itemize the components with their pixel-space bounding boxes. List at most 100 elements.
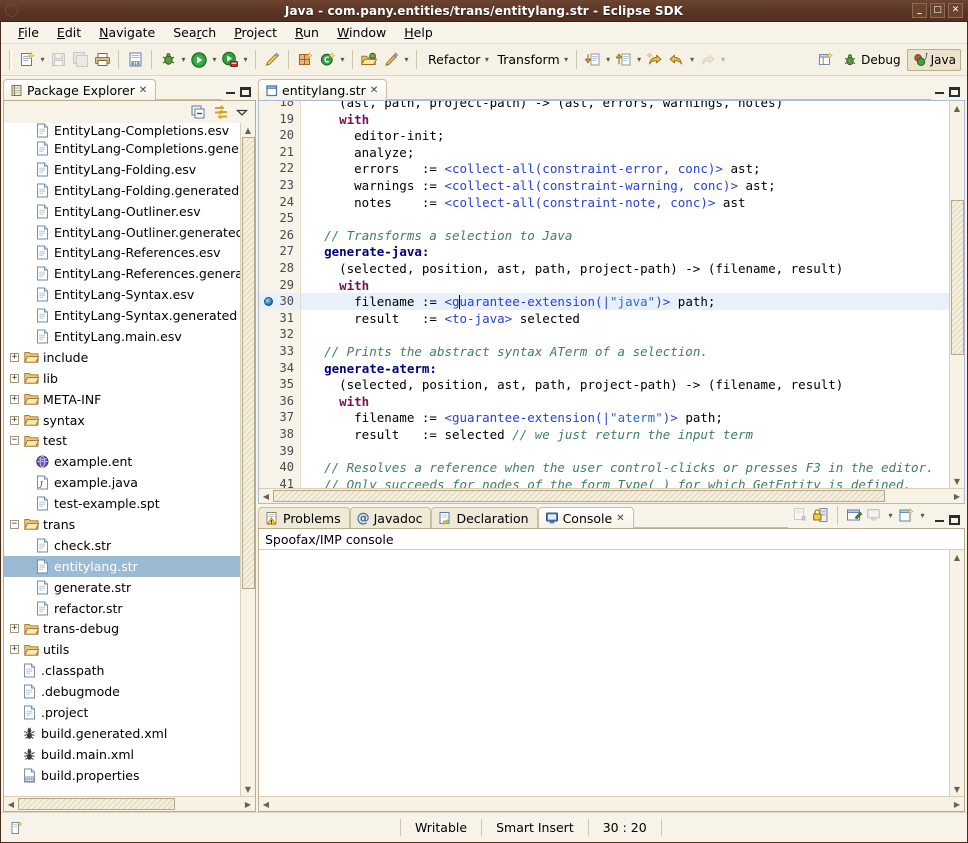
- code-line[interactable]: analyze;: [309, 145, 414, 160]
- code-line[interactable]: (ast, path, project-path) -> (ast, error…: [309, 101, 783, 110]
- console-hscroll-track[interactable]: [273, 797, 950, 812]
- minimize-icon[interactable]: [935, 519, 944, 522]
- tab-package-explorer[interactable]: Package Explorer ✕: [3, 79, 157, 100]
- minimize-icon[interactable]: [935, 91, 944, 94]
- tree-item[interactable]: EntityLang-Syntax.generated: [4, 305, 240, 326]
- search-dropdown-icon[interactable]: ▾: [402, 49, 411, 71]
- tree-item[interactable]: .project: [4, 702, 240, 723]
- package-explorer-tree[interactable]: EntityLang-Completions.esv EntityLang-Com…: [4, 123, 240, 796]
- scroll-up-icon[interactable]: ▲: [954, 550, 960, 564]
- editor-line-number-ruler[interactable]: 18 19 20 21 22 23 24 25 26 27 28 29 30 31 32 33 34 35 36 37…: [259, 101, 301, 488]
- scroll-right-icon[interactable]: ▶: [950, 800, 964, 809]
- next-annotation-icon[interactable]: [582, 49, 604, 71]
- code-line[interactable]: // Transforms a selection to Java: [309, 228, 572, 243]
- tree-hscroll-thumb[interactable]: [18, 797, 175, 810]
- scroll-left-icon[interactable]: ◀: [259, 800, 273, 809]
- code-line[interactable]: (selected, position, ast, path, project-…: [309, 261, 843, 276]
- scroll-up-icon[interactable]: ▲: [245, 123, 251, 137]
- tree-expand-toggle[interactable]: +: [8, 622, 21, 635]
- scroll-left-icon[interactable]: ◀: [259, 492, 273, 501]
- tree-vscroll-thumb[interactable]: [241, 137, 255, 589]
- editor-hscroll-thumb[interactable]: [273, 489, 885, 502]
- tree-item[interactable]: + utils: [4, 639, 240, 660]
- run-external-dropdown-icon[interactable]: ▾: [241, 49, 250, 71]
- scroll-up-icon[interactable]: ▲: [954, 101, 960, 115]
- minimize-icon[interactable]: [226, 91, 235, 94]
- menu-help[interactable]: Help: [395, 23, 442, 42]
- tree-expand-toggle[interactable]: −: [8, 434, 21, 447]
- build-properties-icon[interactable]: 010: [124, 49, 146, 71]
- tree-item[interactable]: example.ent: [4, 451, 240, 472]
- editor-code-area[interactable]: (ast, path, project-path) -> (ast, error…: [301, 101, 949, 488]
- new-wizard-dropdown-icon[interactable]: ▾: [38, 49, 47, 71]
- last-edit-location-icon[interactable]: [644, 49, 666, 71]
- refactor-menu[interactable]: Refactor: [422, 52, 482, 67]
- toolbar-grip[interactable]: [9, 49, 12, 70]
- scroll-right-icon[interactable]: ▶: [241, 800, 255, 809]
- code-line[interactable]: (selected, position, ast, path, project-…: [309, 377, 843, 392]
- code-line[interactable]: generate-aterm:: [309, 361, 437, 376]
- tree-item[interactable]: entitylang.str: [4, 555, 240, 577]
- scroll-left-icon[interactable]: ◀: [4, 800, 18, 809]
- menu-edit[interactable]: Edit: [48, 23, 90, 42]
- scroll-right-icon[interactable]: ▶: [950, 492, 964, 501]
- console-vertical-scrollbar[interactable]: ▲ ▼: [949, 550, 964, 796]
- code-line[interactable]: generate-java:: [309, 244, 429, 259]
- menu-navigate[interactable]: Navigate: [90, 23, 164, 42]
- close-icon[interactable]: ✕: [616, 513, 624, 524]
- tree-expand-toggle[interactable]: +: [8, 414, 21, 427]
- code-line[interactable]: notes := <collect-all(constraint-note, c…: [309, 195, 745, 210]
- tree-horizontal-scrollbar[interactable]: ◀ ▶: [4, 796, 255, 811]
- tree-item[interactable]: + include: [4, 347, 240, 368]
- maximize-icon[interactable]: [240, 87, 251, 97]
- editor-vscroll-thumb[interactable]: [950, 200, 964, 355]
- tree-item[interactable]: EntityLang-References.genera: [4, 263, 240, 284]
- back-icon[interactable]: [666, 49, 688, 71]
- new-java-class-icon[interactable]: C: [316, 49, 338, 71]
- new-java-class-dropdown-icon[interactable]: ▾: [338, 49, 347, 71]
- link-with-editor-icon[interactable]: [212, 104, 230, 121]
- editor-overview-ruler[interactable]: ▲ ▼: [949, 101, 964, 488]
- tree-item[interactable]: Jexample.java: [4, 472, 240, 493]
- transform-menu[interactable]: Transform: [491, 52, 561, 67]
- tree-expand-toggle[interactable]: +: [8, 643, 21, 656]
- open-console-dropdown-icon[interactable]: ▾: [918, 504, 927, 526]
- window-minimize-button[interactable]: _: [912, 3, 927, 18]
- next-annotation-dropdown-icon[interactable]: ▾: [604, 49, 613, 71]
- code-line[interactable]: filename := <guarantee-extension(|"aterm…: [309, 410, 723, 425]
- tree-item[interactable]: refactor.str: [4, 598, 240, 619]
- close-icon[interactable]: ✕: [139, 85, 147, 96]
- tree-item[interactable]: EntityLang-Folding.generated: [4, 180, 240, 201]
- code-line[interactable]: errors := <collect-all(constraint-error,…: [309, 161, 760, 176]
- tree-expand-toggle[interactable]: −: [8, 518, 21, 531]
- editor-horizontal-scrollbar[interactable]: ◀ ▶: [259, 488, 964, 503]
- open-type-icon[interactable]: [358, 49, 380, 71]
- collapse-all-icon[interactable]: [190, 104, 207, 121]
- tree-item[interactable]: EntityLang-References.esv: [4, 242, 240, 263]
- window-close-button[interactable]: ✕: [948, 3, 963, 18]
- tree-item[interactable]: EntityLang.main.esv: [4, 326, 240, 347]
- print-icon[interactable]: [91, 49, 113, 71]
- open-perspective-icon[interactable]: [814, 49, 836, 71]
- menu-file[interactable]: File: [9, 23, 48, 42]
- menu-project[interactable]: Project: [225, 23, 286, 42]
- window-maximize-button[interactable]: □: [930, 3, 945, 18]
- perspective-debug[interactable]: Debug: [838, 50, 904, 70]
- new-java-package-icon[interactable]: [294, 49, 316, 71]
- tree-item[interactable]: EntityLang-Outliner.generated: [4, 222, 240, 243]
- editor-hscroll-track[interactable]: [273, 489, 950, 504]
- scroll-lock-icon[interactable]: [812, 507, 829, 524]
- tree-item[interactable]: 010 build.properties: [4, 765, 240, 786]
- console-horizontal-scrollbar[interactable]: ◀ ▶: [259, 796, 964, 811]
- menu-window[interactable]: Window: [328, 23, 395, 42]
- menu-run[interactable]: Run: [286, 23, 328, 42]
- tab-declaration[interactable]: Declaration: [431, 507, 538, 528]
- tree-expand-toggle[interactable]: +: [8, 393, 21, 406]
- previous-annotation-icon[interactable]: [613, 49, 635, 71]
- tree-vscroll-track[interactable]: [241, 137, 256, 782]
- refactor-dropdown-icon[interactable]: ▾: [482, 49, 491, 71]
- tree-item[interactable]: build.main.xml: [4, 744, 240, 765]
- scroll-down-icon[interactable]: ▼: [954, 782, 960, 796]
- code-line[interactable]: with: [309, 394, 369, 409]
- tree-expand-toggle[interactable]: +: [8, 372, 21, 385]
